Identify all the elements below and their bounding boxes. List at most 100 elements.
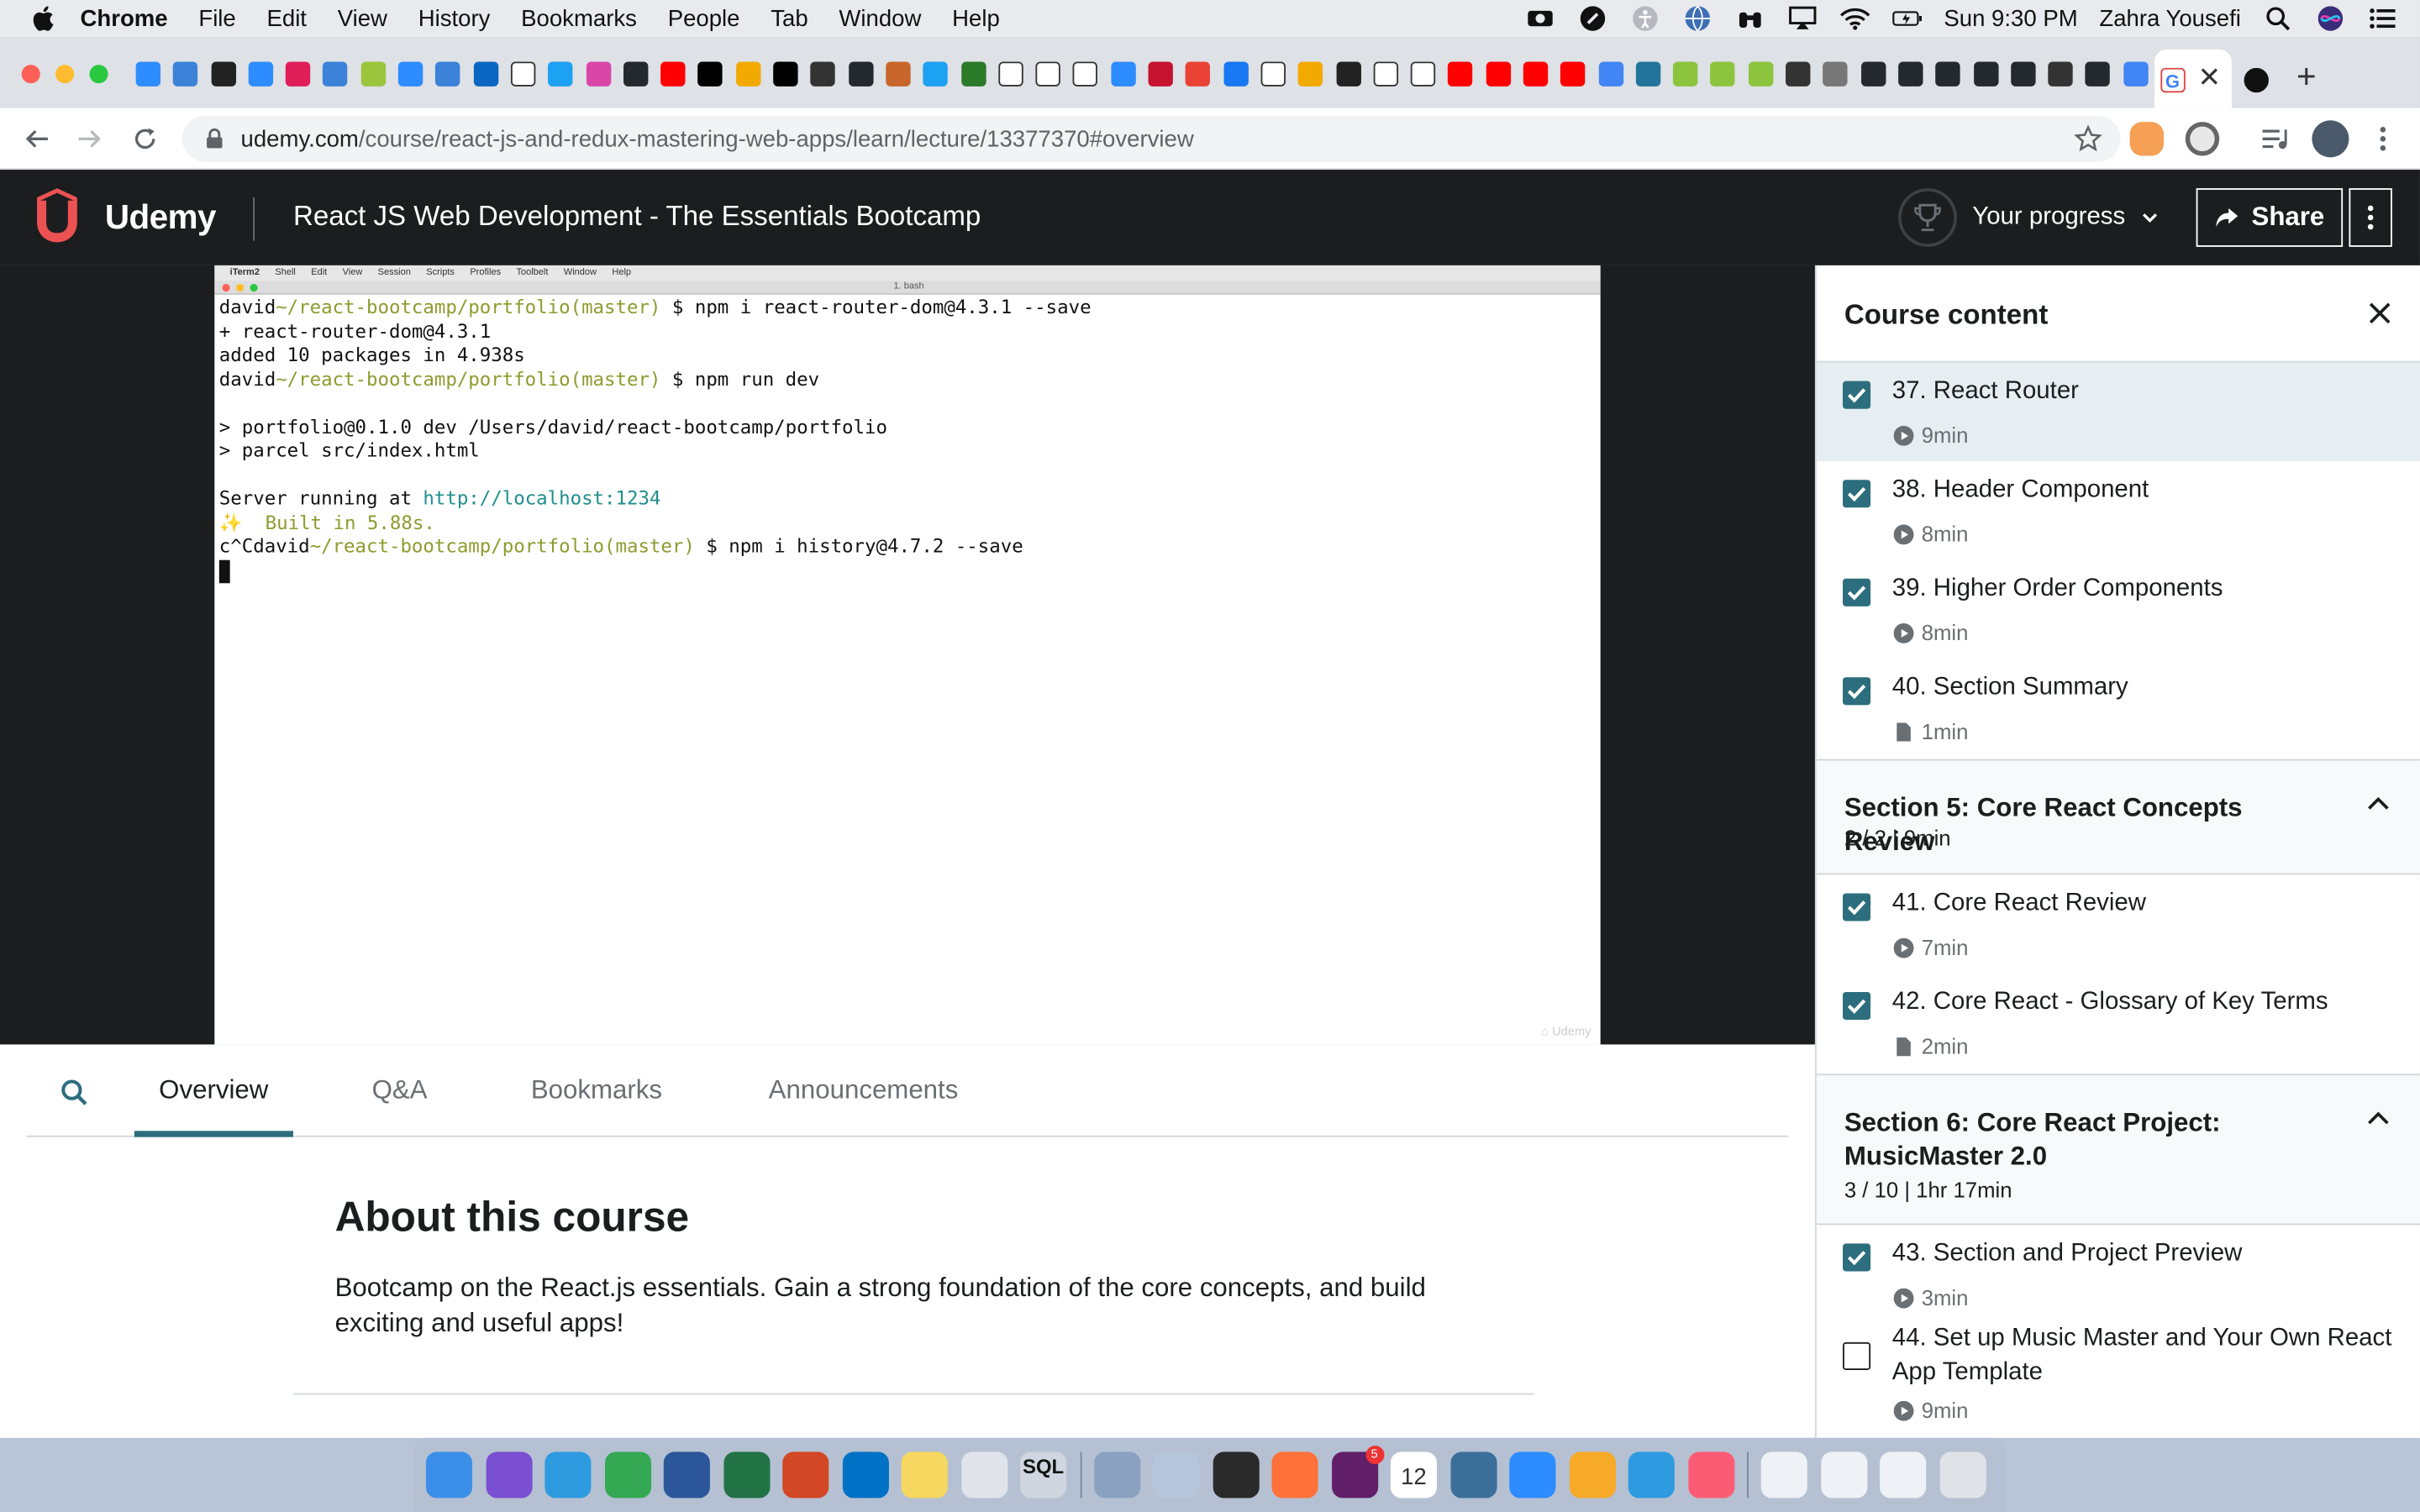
menu-bookmarks[interactable]: Bookmarks (521, 5, 637, 31)
preview-icon[interactable] (1153, 1452, 1200, 1499)
menu-edit[interactable]: Edit (266, 5, 306, 31)
word-icon[interactable] (663, 1452, 710, 1499)
menu-history[interactable]: History (418, 5, 491, 31)
arabic-icon[interactable] (960, 61, 986, 87)
feather-icon[interactable] (886, 61, 911, 87)
nbc-icon[interactable] (735, 61, 761, 87)
github-icon[interactable] (848, 61, 873, 87)
github-icon[interactable] (1935, 61, 1961, 87)
hand-icon[interactable] (1260, 61, 1286, 87)
safari-icon[interactable] (544, 1452, 592, 1499)
wifi-icon[interactable] (1839, 6, 1870, 30)
sql-icon[interactable]: SQL (1020, 1452, 1067, 1499)
tab-close-icon[interactable]: ✕ (2197, 61, 2221, 92)
reload-icon[interactable] (129, 123, 160, 155)
leaf-icon[interactable] (1710, 61, 1736, 87)
zoom-icon[interactable] (1110, 61, 1136, 87)
black-square-icon[interactable] (773, 61, 798, 87)
slack-icon[interactable] (286, 61, 311, 87)
sketch-icon[interactable] (1569, 1452, 1616, 1499)
amazon-icon[interactable] (1073, 61, 1098, 87)
spotlight-search-icon[interactable] (2263, 6, 2294, 31)
menu-people[interactable]: People (668, 5, 740, 31)
siri-icon[interactable] (485, 1452, 532, 1499)
w-icon[interactable] (360, 61, 386, 87)
more-options-button[interactable] (2349, 188, 2392, 247)
github-icon[interactable] (2086, 61, 2111, 87)
window-icon[interactable] (1820, 1452, 1867, 1499)
window-icon[interactable] (1760, 1452, 1807, 1499)
siri-icon[interactable] (2315, 6, 2346, 31)
lecture-item[interactable]: 43. Section and Project Preview 3min (1817, 1225, 2420, 1324)
zoom-icon[interactable] (248, 61, 273, 87)
youtube-icon[interactable] (1448, 61, 1473, 87)
globe-vpn-icon[interactable] (1681, 5, 1712, 33)
amazon-icon[interactable] (998, 61, 1023, 87)
launchpad-icon[interactable] (960, 1452, 1007, 1499)
terminal-icon[interactable] (1212, 1452, 1259, 1499)
lecture-item[interactable]: 40. Section Summary 1min (1817, 659, 2420, 758)
facebook-icon[interactable] (1223, 61, 1249, 87)
menu-user-name[interactable]: Zahra Yousefi (2099, 5, 2241, 31)
section-header-5[interactable]: Section 5: Core React Concepts Review 2 … (1816, 759, 2420, 875)
notes-icon[interactable] (901, 1452, 948, 1499)
lecture-checkbox[interactable] (1843, 578, 1871, 606)
google-icon[interactable] (1598, 61, 1623, 87)
airplay-icon[interactable] (1786, 6, 1818, 30)
menu-app-name[interactable]: Chrome (81, 5, 168, 31)
active-tab[interactable]: G ✕ (2154, 49, 2232, 108)
menu-file[interactable]: File (198, 5, 235, 31)
apple-icon[interactable] (31, 5, 59, 33)
search-icon[interactable] (60, 1079, 88, 1106)
chrome-icon[interactable] (604, 1452, 651, 1499)
chevron-up-icon[interactable] (2366, 1106, 2391, 1131)
tab-overview[interactable]: Overview (134, 1075, 293, 1137)
circle-extension-icon[interactable] (2185, 122, 2220, 156)
zoom-icon[interactable] (135, 61, 161, 87)
circle-icon[interactable] (173, 61, 198, 87)
gmail-icon[interactable] (1186, 61, 1211, 87)
bookmark-star-icon[interactable] (2074, 124, 2102, 153)
star-icon[interactable] (586, 61, 611, 87)
bbc-icon[interactable] (810, 61, 836, 87)
powerpoint-icon[interactable] (782, 1452, 829, 1499)
letter-l-icon[interactable] (210, 61, 236, 87)
menu-window[interactable]: Window (839, 5, 921, 31)
lecture-checkbox[interactable] (1843, 893, 1871, 921)
hand-icon[interactable] (1410, 61, 1436, 87)
accessibility-icon[interactable] (1629, 6, 1660, 31)
leaf-icon[interactable] (1673, 61, 1698, 87)
bbc-icon[interactable] (2048, 61, 2073, 87)
lecture-item[interactable]: 39. Higher Order Components 8min (1817, 560, 2420, 659)
trash-icon[interactable] (1939, 1452, 1986, 1499)
tab-bookmarks[interactable]: Bookmarks (531, 1075, 662, 1106)
mysql-icon[interactable] (1449, 1452, 1497, 1499)
forward-arrow-icon[interactable] (74, 123, 105, 155)
profile-avatar[interactable] (2312, 120, 2349, 158)
slack-icon[interactable]: 5 (1331, 1445, 1384, 1499)
lock-icon[interactable] (203, 128, 225, 150)
lecture-item[interactable]: 37. React Router 9min (1816, 362, 2420, 462)
circle-icon[interactable] (435, 61, 461, 87)
github-icon[interactable] (1898, 61, 1923, 87)
globe-icon[interactable] (1823, 61, 1849, 87)
address-bar[interactable]: udemy.com/course/react-js-and-redux-mast… (182, 115, 2121, 162)
wordpress-icon[interactable] (1635, 61, 1661, 87)
lecture-checkbox[interactable] (1843, 1243, 1871, 1272)
lecture-checkbox[interactable] (1843, 480, 1871, 508)
github-icon[interactable] (623, 61, 649, 87)
lecture-checkbox[interactable] (1843, 381, 1871, 409)
youtube-icon[interactable] (1560, 61, 1586, 87)
lecture-item[interactable]: 44. Set up Music Master and Your Own Rea… (1817, 1324, 2420, 1422)
outlook-icon[interactable] (841, 1452, 889, 1499)
scissors-icon[interactable] (1786, 61, 1811, 87)
close-icon[interactable] (2366, 299, 2394, 327)
progress-dropdown[interactable]: Your progress (1898, 188, 2159, 247)
section-header-6[interactable]: Section 6: Core React Project: MusicMast… (1816, 1074, 2420, 1226)
finder-icon[interactable] (425, 1452, 473, 1499)
udemy-logo[interactable]: Udemy (24, 188, 216, 247)
firefox-icon[interactable] (1271, 1452, 1318, 1499)
medium-icon[interactable] (2244, 67, 2269, 93)
youtube-icon[interactable] (1523, 61, 1549, 87)
lecture-item[interactable]: 42. Core React - Glossary of Key Terms 2m… (1817, 974, 2420, 1073)
